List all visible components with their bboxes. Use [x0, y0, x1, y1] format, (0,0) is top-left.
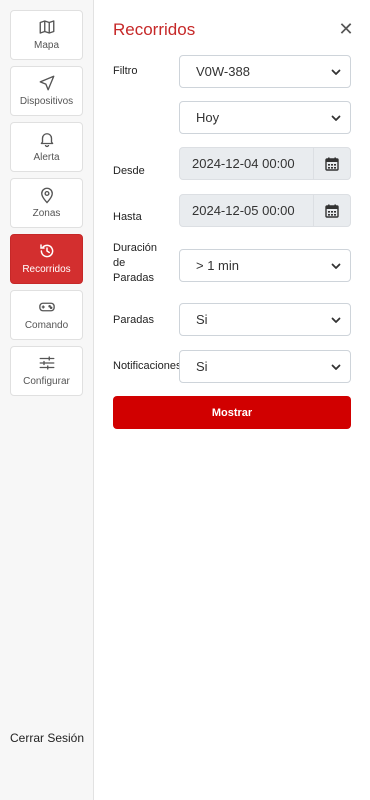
- map-icon: [38, 18, 56, 36]
- stop-duration-select[interactable]: > 1 min: [179, 249, 351, 282]
- notifications-label: Notificaciones: [113, 360, 179, 372]
- stop-duration-label-line: de: [113, 257, 126, 269]
- sidebar-item-label: Zonas: [32, 208, 61, 219]
- notifications-select-value: Si: [196, 359, 208, 374]
- to-date-input[interactable]: 2024-12-05 00:00: [179, 194, 314, 227]
- period-select[interactable]: Hoy: [179, 101, 351, 134]
- history-icon: [38, 242, 56, 260]
- location-pin-icon: [38, 186, 56, 204]
- sliders-icon: [38, 354, 56, 372]
- device-select-value: V0W-388: [196, 64, 250, 79]
- sidebar-item-configurar[interactable]: Configurar: [10, 346, 83, 396]
- stop-duration-select-value: > 1 min: [196, 258, 239, 273]
- sidebar-item-label: Comando: [24, 320, 69, 331]
- to-calendar-button[interactable]: [313, 194, 351, 227]
- stop-duration-label-line: Duración: [113, 242, 158, 254]
- sidebar-item-label: Configurar: [23, 376, 70, 387]
- sidebar-item-mapa[interactable]: Mapa: [10, 10, 83, 60]
- navigation-icon: [38, 74, 56, 92]
- stops-select[interactable]: Si: [179, 303, 351, 336]
- sidebar-item-zonas[interactable]: Zonas: [10, 178, 83, 228]
- bell-icon: [38, 130, 56, 148]
- chevron-down-icon: [330, 361, 342, 373]
- gamepad-icon: [38, 298, 56, 316]
- show-button[interactable]: Mostrar: [113, 396, 351, 429]
- chevron-down-icon: [330, 66, 342, 78]
- stop-duration-label-line: Paradas: [113, 272, 154, 284]
- device-select[interactable]: V0W-388: [179, 55, 351, 88]
- sidebar-item-alerta[interactable]: Alerta: [10, 122, 83, 172]
- calendar-icon: [325, 204, 339, 218]
- sidebar-item-recorridos[interactable]: Recorridos: [10, 234, 83, 284]
- calendar-icon: [325, 157, 339, 171]
- sidebar-item-label: Mapa: [33, 40, 59, 51]
- logout-link[interactable]: Cerrar Sesión: [10, 731, 84, 745]
- stops-select-value: Si: [196, 312, 208, 327]
- sidebar-item-label: Alerta: [33, 152, 60, 163]
- notifications-select[interactable]: Si: [179, 350, 351, 383]
- period-select-value: Hoy: [196, 110, 220, 125]
- to-label: Hasta: [113, 211, 142, 223]
- from-date-input[interactable]: 2024-12-04 00:00: [179, 147, 314, 180]
- from-calendar-button[interactable]: [313, 147, 351, 180]
- page-title: Recorridos: [113, 20, 196, 39]
- sidebar-item-label: Recorridos: [22, 264, 71, 275]
- chevron-down-icon: [330, 112, 342, 124]
- stops-label: Paradas: [113, 314, 154, 326]
- chevron-down-icon: [330, 260, 342, 272]
- sidebar-item-label: Dispositivos: [19, 96, 74, 107]
- from-label: Desde: [113, 165, 145, 177]
- sidebar-item-dispositivos[interactable]: Dispositivos: [10, 66, 83, 116]
- chevron-down-icon: [330, 314, 342, 326]
- sidebar: Mapa Dispositivos Alerta Zonas Recorrido…: [0, 0, 94, 800]
- close-icon[interactable]: ✕: [336, 19, 356, 39]
- stop-duration-label: Duración de Paradas: [113, 241, 157, 286]
- sidebar-item-comando[interactable]: Comando: [10, 290, 83, 340]
- filter-label: Filtro: [113, 65, 138, 77]
